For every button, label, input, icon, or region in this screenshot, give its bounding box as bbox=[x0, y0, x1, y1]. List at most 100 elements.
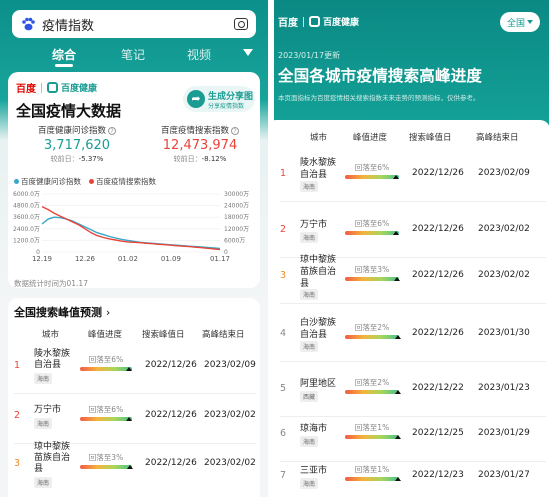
progress-marker-icon bbox=[395, 477, 401, 481]
peak-forecast-title-text: 全国搜索峰值预测 bbox=[14, 306, 102, 319]
active-tab-underline bbox=[55, 64, 73, 67]
row-divider bbox=[280, 361, 546, 362]
row-rank: 1 bbox=[14, 360, 21, 371]
update-time: 2023/01/17更新 bbox=[278, 51, 341, 60]
card-title: 全国疫情大数据 bbox=[16, 102, 122, 120]
legend-label: 百度疫情搜索指数 bbox=[96, 177, 156, 186]
tab-notes[interactable]: 笔记 bbox=[121, 46, 145, 63]
row-city: 琼中黎族苗族自治县 bbox=[34, 441, 71, 474]
brand-logo: 百度 百度健康 bbox=[278, 14, 359, 29]
row-region-tag: 海南 bbox=[300, 181, 319, 192]
progress-text: 回落至2% bbox=[354, 323, 390, 332]
city-peak-table: 城市 峰值进度 搜索峰值日 高峰结束日 1 陵水黎族自治县 海南 回落至6% 2022/… bbox=[274, 120, 549, 497]
filter-icon[interactable] bbox=[243, 49, 253, 56]
progress-text: 回落至3% bbox=[354, 265, 390, 274]
progress-text: 回落至6% bbox=[88, 355, 124, 364]
progress-bar bbox=[80, 367, 132, 371]
screenshot-root: 疫情指数 综合 笔记 视频 百度 百度健康 全国疫情大数据 ➦ 生成分享图 分享… bbox=[0, 0, 549, 497]
legend-dot bbox=[14, 179, 19, 184]
metric-change: 较前日：-5.37% bbox=[22, 154, 132, 164]
share-image-button[interactable]: ➦ 生成分享图 分享疫情指数 bbox=[183, 86, 255, 112]
row-divider bbox=[280, 303, 546, 304]
progress-marker-icon bbox=[126, 417, 132, 421]
row-city: 三亚市 bbox=[300, 465, 328, 476]
row-rank: 2 bbox=[14, 410, 21, 421]
right-panel: 百度 百度健康 全国 2023/01/17更新 全国各城市疫情搜索高峰进度 本页… bbox=[274, 0, 549, 497]
col-header-progress: 峰值进度 bbox=[88, 330, 123, 340]
camera-icon[interactable] bbox=[234, 18, 248, 30]
metric-label: 百度健康问诊指数 bbox=[37, 126, 106, 136]
share-button-subtitle: 分享疫情指数 bbox=[208, 103, 245, 110]
search-query[interactable]: 疫情指数 bbox=[42, 15, 234, 34]
row-region-tag: 海南 bbox=[300, 341, 319, 352]
page-description: 本页面指标为百度疫情相关搜索指数未来走势的预测指标，仅供参考。 bbox=[278, 94, 480, 102]
series-line bbox=[41, 216, 221, 250]
left-panel: 疫情指数 综合 笔记 视频 百度 百度健康 全国疫情大数据 ➦ 生成分享图 分享… bbox=[0, 0, 268, 497]
tab-comprehensive[interactable]: 综合 bbox=[52, 46, 76, 63]
progress-bar bbox=[345, 477, 399, 481]
help-icon[interactable]: ? bbox=[231, 127, 239, 135]
y-right-tick-label: 12000万 bbox=[224, 226, 249, 233]
row-rank: 5 bbox=[280, 383, 287, 394]
change-value: -5.37% bbox=[78, 155, 104, 163]
progress-marker-icon bbox=[126, 367, 132, 371]
progress-text: 回落至1% bbox=[354, 465, 390, 474]
progress-text: 回落至6% bbox=[88, 405, 124, 414]
row-rank: 1 bbox=[280, 168, 287, 179]
caret-down-icon bbox=[527, 20, 533, 24]
progress-bar bbox=[345, 231, 399, 235]
search-bar[interactable]: 疫情指数 bbox=[12, 10, 256, 38]
col-header-end: 高峰结束日 bbox=[476, 133, 519, 143]
row-rank: 4 bbox=[280, 328, 287, 339]
progress-text: 回落至6% bbox=[354, 163, 390, 172]
row-end-date: 2023/02/09 bbox=[478, 168, 530, 178]
peak-forecast-title[interactable]: 全国搜索峰值预测 › bbox=[14, 304, 110, 320]
row-progress: 回落至1% bbox=[345, 464, 401, 481]
row-region-tag: 西藏 bbox=[300, 390, 319, 402]
row-region-tag: 海南 bbox=[300, 477, 319, 489]
change-value: -8.12% bbox=[201, 155, 227, 163]
row-progress: 回落至2% bbox=[345, 377, 401, 394]
row-peak-date: 2022/12/26 bbox=[412, 328, 464, 338]
row-progress: 回落至2% bbox=[345, 322, 401, 339]
row-progress: 回落至1% bbox=[345, 422, 401, 439]
region-select-button[interactable]: 全国 bbox=[500, 12, 540, 32]
row-end-date: 2023/02/02 bbox=[204, 410, 256, 420]
y-right-tick-label: 6000万 bbox=[224, 237, 245, 244]
progress-bar bbox=[80, 465, 132, 469]
x-tick-label: 12.19 bbox=[32, 255, 52, 263]
row-divider bbox=[280, 201, 546, 202]
health-brand-name: 百度健康 bbox=[61, 84, 98, 94]
x-tick-label: 01.17 bbox=[210, 255, 230, 263]
metric-value: 3,717,620 bbox=[43, 138, 111, 153]
row-region-tag: 海南 bbox=[34, 417, 53, 429]
x-tick-label: 01.02 bbox=[118, 255, 138, 263]
health-logo-icon bbox=[47, 82, 58, 93]
help-icon[interactable]: ? bbox=[108, 127, 116, 135]
col-header-city: 城市 bbox=[42, 330, 60, 340]
x-tick-label: 12.26 bbox=[75, 255, 96, 263]
progress-marker-icon bbox=[394, 277, 400, 281]
progress-marker-icon bbox=[395, 435, 401, 439]
region-label: 全国 bbox=[506, 18, 525, 29]
progress-bar bbox=[345, 435, 399, 439]
row-progress: 回落至6% bbox=[80, 404, 132, 421]
row-region-tag: 海南 bbox=[34, 373, 53, 384]
baidu-logo: 百度 bbox=[16, 84, 36, 95]
row-progress: 回落至3% bbox=[345, 264, 400, 281]
y-left-tick-label: 6000.0万 bbox=[13, 191, 40, 198]
col-header-end: 高峰结束日 bbox=[202, 330, 245, 340]
row-rank: 3 bbox=[280, 270, 287, 281]
row-divider bbox=[280, 416, 546, 417]
tab-videos[interactable]: 视频 bbox=[187, 46, 211, 63]
col-header-peak: 搜索峰值日 bbox=[142, 330, 185, 340]
progress-marker-icon bbox=[127, 465, 133, 469]
progress-bar bbox=[345, 175, 399, 179]
metric-label: 百度疫情搜索指数 bbox=[160, 126, 229, 136]
metric-change: 较前日：-8.12% bbox=[144, 154, 256, 164]
x-tick-label: 01.09 bbox=[161, 255, 181, 263]
legend-label: 百度健康问诊指数 bbox=[21, 177, 81, 186]
row-end-date: 2023/02/02 bbox=[478, 224, 530, 234]
consult-index-metric: 百度健康问诊指数? 3,717,620 较前日：-5.37% bbox=[22, 124, 132, 164]
brand-divider bbox=[41, 82, 42, 93]
